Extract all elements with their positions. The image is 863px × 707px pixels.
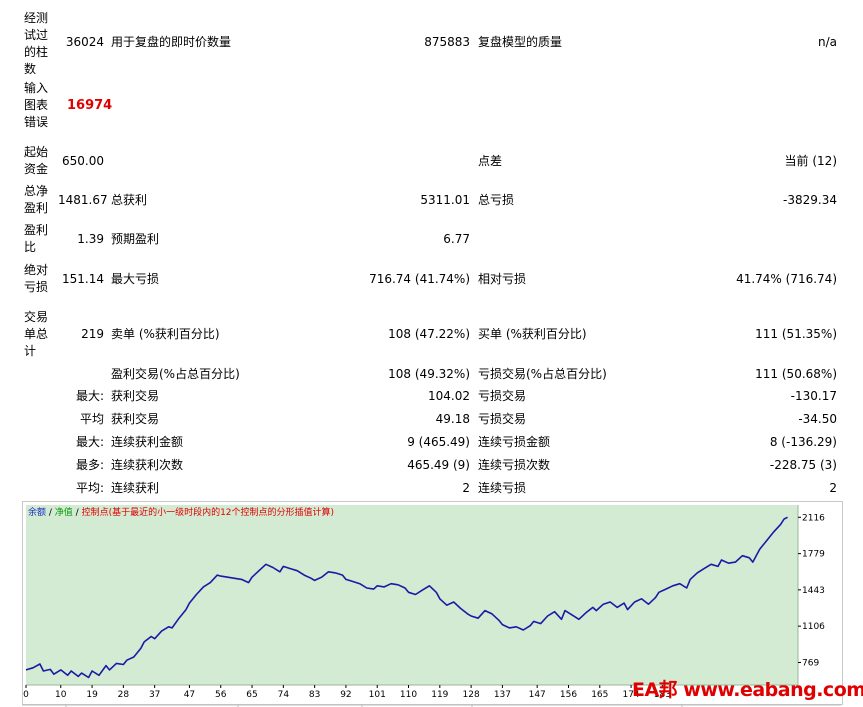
short-positions-value: 108 (47.22%) [388,327,470,341]
short-positions-label: 卖单 (%获利百分比) [111,327,220,341]
long-positions-value: 111 (51.35%) [755,327,837,341]
y-tick-label: 1443 [802,586,825,596]
average-profit-label: 获利交易 [111,412,160,426]
absolute-drawdown-label: 绝对亏损 [24,263,49,294]
x-tick-label: 10 [55,690,67,700]
x-tick-label: 119 [431,690,448,700]
total-trades-label: 交易单总计 [24,310,49,358]
average-prefix: 平均 [79,412,104,426]
total-net-profit-value: 1481.67 [58,193,108,207]
x-tick-label: 74 [278,690,290,700]
avg-consec-loss-label: 连续亏损 [478,481,527,495]
x-tick-label: 37 [149,690,160,700]
avg-consec-loss-value: 2 [829,481,837,495]
largest-loss-label: 亏损交易 [478,389,527,403]
total-net-profit-label: 总净盈利 [24,184,49,215]
x-tick-label: 128 [463,690,480,700]
legend-separator: / [72,508,82,518]
spread-label: 点差 [478,154,503,168]
x-tick-label: 110 [400,690,417,700]
gross-loss-value: -3829.34 [783,193,837,207]
avg-consec-prefix: 平均: [75,481,104,495]
gross-loss-label: 总亏损 [478,193,515,207]
max-consec-amount-loss-label: 连续亏损金额 [478,435,551,449]
legend-balance: 余额 [28,508,47,518]
mismatched-errors-label: 输入图表错误 [24,81,49,129]
chart-plot-area [26,505,798,685]
max-consec-count-loss-value: -228.75 (3) [769,458,837,472]
relative-drawdown-label: 相对亏损 [478,272,527,286]
gross-profit-value: 5311.01 [420,193,470,207]
expected-payoff-label: 预期盈利 [111,232,160,246]
x-tick-label: 28 [118,690,130,700]
x-tick-label: 156 [560,690,577,700]
x-tick-label: 65 [246,690,257,700]
x-tick-label: 0 [23,690,29,700]
y-tick-label: 769 [802,658,819,668]
max-consec-amount-prefix: 最大: [75,435,104,449]
bars-tested-label: 经测试过的柱数 [24,11,49,76]
expected-payoff-value: 6.77 [443,232,470,246]
initial-deposit-value: 650.00 [62,154,104,168]
max-consec-count-profit-label: 连续获利次数 [111,458,184,472]
max-consec-amount-profit-value: 9 (465.49) [407,435,470,449]
average-loss-label: 亏损交易 [478,412,527,426]
maximal-drawdown-value: 716.74 (41.74%) [369,272,470,286]
largest-profit-label: 获利交易 [111,389,160,403]
legend-equity: 净值 [54,508,73,518]
ticks-modelled-label: 用于复盘的即时价数量 [111,35,232,49]
average-profit-value: 49.18 [435,412,470,426]
x-tick-label: 165 [591,690,608,700]
x-tick-label: 56 [215,690,227,700]
maximal-drawdown-label: 最大亏损 [111,272,160,286]
backtest-report: 经测试过的柱数 36024 用于复盘的即时价数量 875883 复盘模型的质量 … [0,0,863,500]
long-positions-label: 买单 (%获利百分比) [478,327,587,341]
x-tick-label: 101 [369,690,386,700]
spread-value: 当前 (12) [784,154,837,168]
y-tick-label: 2116 [802,513,825,523]
bars-tested-value: 36024 [65,35,104,49]
chart-legend: 余额 / 净值 / 控制点(基于最近的小一级时段内的12个控制点的分形插值计算) [28,507,334,519]
profit-factor-value: 1.39 [77,232,104,246]
x-tick-label: 47 [184,690,195,700]
profit-trades-value: 108 (49.32%) [388,367,470,381]
relative-drawdown-value: 41.74% (716.74) [736,272,837,286]
y-tick-label: 1106 [802,622,825,632]
profit-trades-label: 盈利交易(%占总百分比) [111,367,240,381]
loss-trades-label: 亏损交易(%占总百分比) [478,367,607,381]
x-tick-label: 19 [86,690,98,700]
largest-loss-value: -130.17 [790,389,837,403]
watermark-logo: EA邦 www.eabang.com [632,679,863,701]
legend-checkpoints: 控制点(基于最近的小一级时段内的12个控制点的分形插值计算) [81,508,335,518]
loss-trades-value: 111 (50.68%) [755,367,837,381]
x-tick-label: 83 [309,690,320,700]
total-trades-value: 219 [81,327,104,341]
x-tick-label: 137 [494,690,511,700]
modelling-quality-label: 复盘模型的质量 [478,35,563,49]
largest-prefix: 最大: [75,389,104,403]
x-tick-label: 147 [529,690,546,700]
balance-chart-svg: 769 1106 1443 1779 2116 0 10 19 28 37 47 56 65 74 83 92… [23,505,825,700]
absolute-drawdown-value: 151.14 [62,272,104,286]
ticks-modelled-value: 875883 [424,35,470,49]
max-consec-amount-profit-label: 连续获利金额 [111,435,184,449]
y-tick-label: 1779 [802,550,825,560]
max-consec-count-prefix: 最多: [75,458,104,472]
max-consec-amount-loss-value: 8 (-136.29) [769,435,837,449]
max-consec-count-profit-value: 465.49 (9) [407,458,470,472]
legend-separator: / [46,508,55,518]
mismatched-errors-value: 16974 [67,98,113,113]
avg-consec-profit-label: 连续获利 [111,481,160,495]
profit-factor-label: 盈利比 [24,223,49,254]
x-tick-label: 92 [340,690,351,700]
modelling-quality-value: n/a [817,35,837,49]
avg-consec-profit-value: 2 [462,481,470,495]
gross-profit-label: 总获利 [111,193,148,207]
average-loss-value: -34.50 [798,412,837,426]
max-consec-count-loss-label: 连续亏损次数 [478,458,551,472]
largest-profit-value: 104.02 [428,389,470,403]
initial-deposit-label: 起始资金 [24,145,49,176]
